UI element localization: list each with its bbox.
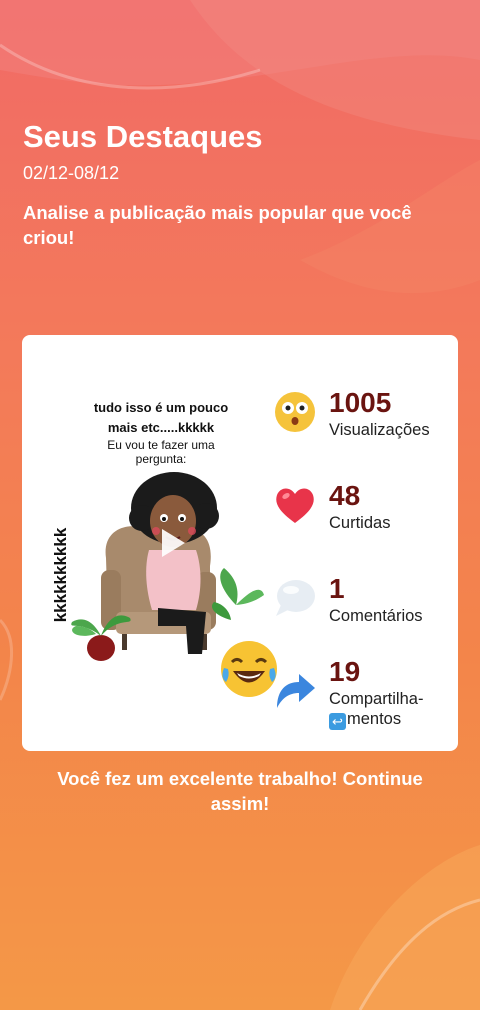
return-arrow-icon: ↩ <box>329 713 346 730</box>
play-icon[interactable] <box>153 525 189 561</box>
post-thumbnail[interactable]: tudo isso é um pouco mais etc.....kkkkk … <box>46 390 282 697</box>
share-arrow-icon <box>277 674 315 708</box>
shares-label-line2-wrap: ↩ mentos <box>329 709 457 730</box>
shares-count: 19 <box>329 656 361 687</box>
top-post-card[interactable]: tudo isso é um pouco mais etc.....kkkkk … <box>22 335 458 751</box>
comments-label: Comentários <box>329 607 423 625</box>
page-title: Seus Destaques <box>23 119 263 154</box>
shocked-face-icon <box>275 392 315 432</box>
comments-count: 1 <box>329 573 345 604</box>
shares-label-line2: mentos <box>347 710 402 728</box>
header: Seus Destaques 02/12-08/12 Analise a pub… <box>23 118 463 250</box>
shares-label-line1: Compartilha- <box>329 690 424 708</box>
comments-stat: 1 Comentários <box>272 573 458 633</box>
likes-count: 48 <box>329 480 361 511</box>
views-label: Visualizações <box>329 421 430 439</box>
laughing-tears-emoji <box>221 641 277 697</box>
likes-stat: 48 Curtidas <box>272 480 458 540</box>
page-subtitle: Analise a publicação mais popular que vo… <box>23 202 412 248</box>
views-stat: 1005 Visualizações <box>272 387 458 447</box>
speech-bubble-icon <box>276 580 315 616</box>
date-range: 02/12-08/12 <box>23 163 120 183</box>
likes-label: Curtidas <box>329 514 391 532</box>
heart-icon <box>276 488 314 523</box>
encouragement-message: Você fez um excelente trabalho! Continue… <box>57 768 423 814</box>
highlights-page: Seus Destaques 02/12-08/12 Analise a pub… <box>0 0 480 1010</box>
shares-stat: 19 Compartilha- ↩ mentos <box>272 656 458 736</box>
views-count: 1005 <box>329 387 392 418</box>
shares-label: Compartilha- ↩ mentos <box>329 689 457 730</box>
